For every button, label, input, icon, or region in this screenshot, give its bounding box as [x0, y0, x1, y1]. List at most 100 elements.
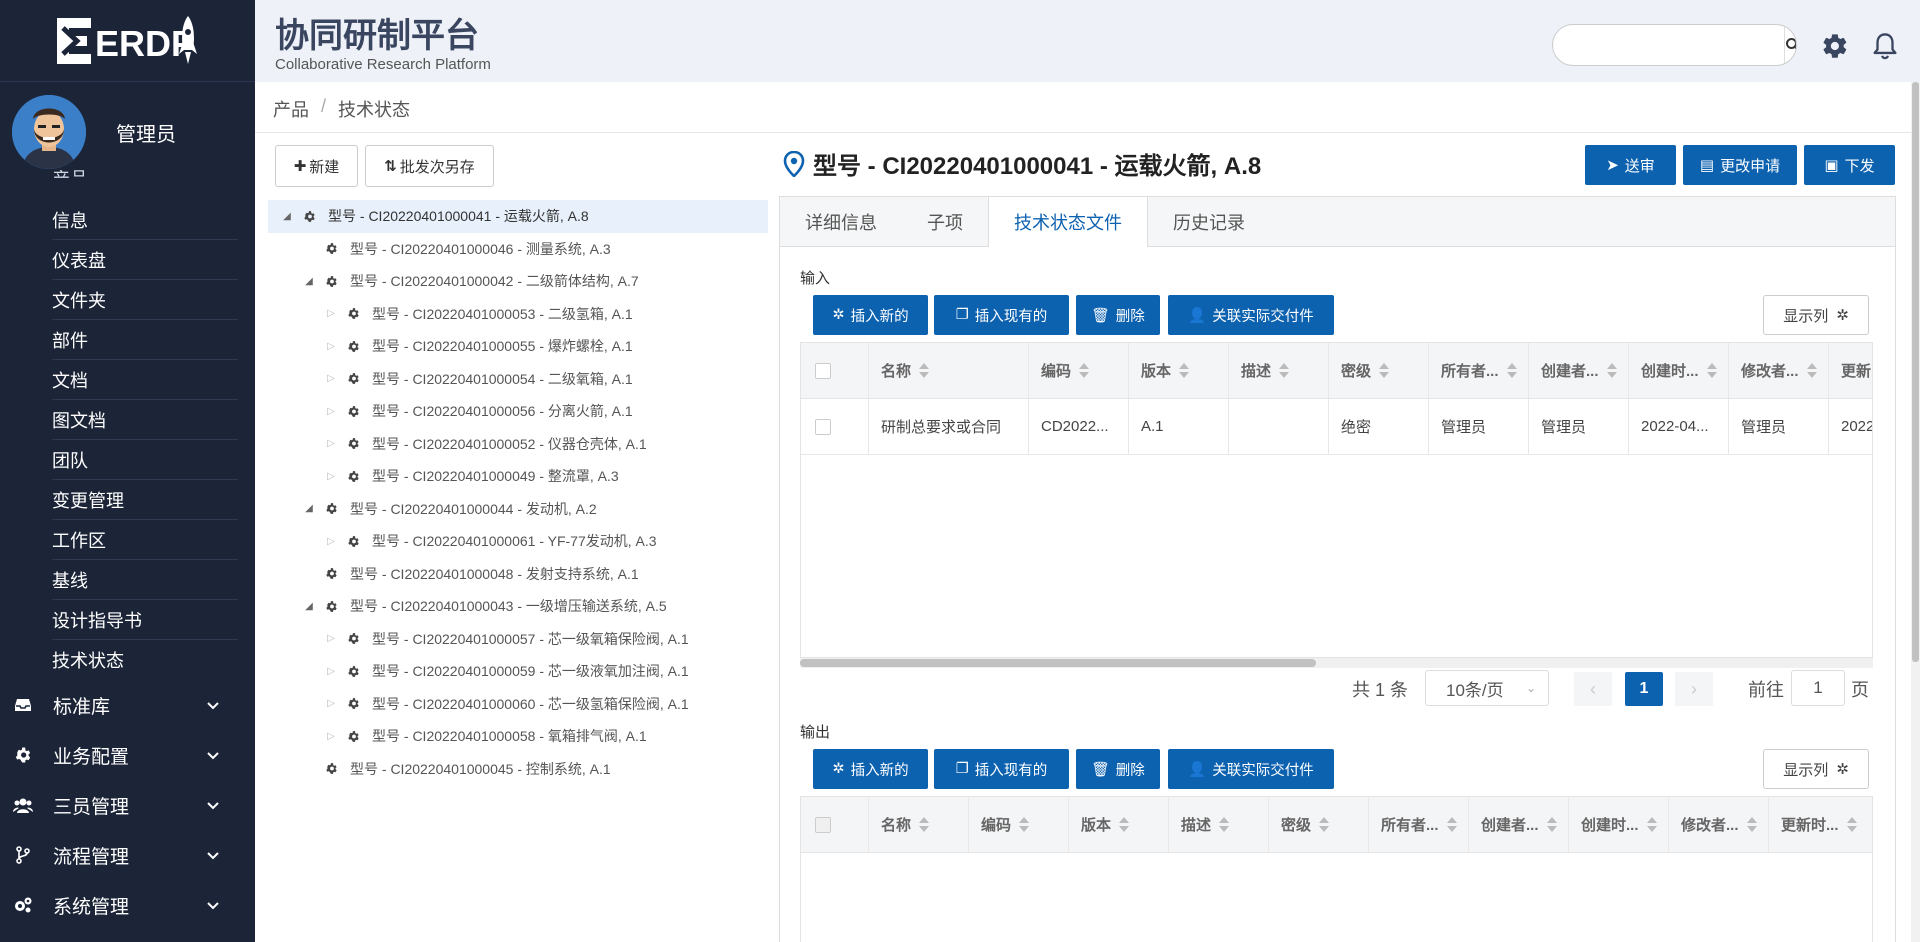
caret-right-icon[interactable]: ▷ [324, 698, 338, 709]
sidebar-menu-3[interactable]: 流程管理 [0, 830, 255, 880]
output-show-columns-button[interactable]: 显示列 ✲ [1763, 749, 1869, 789]
caret-right-icon[interactable]: ▷ [324, 666, 338, 677]
sort-icon[interactable] [1379, 363, 1390, 378]
column-header[interactable]: 更新 [1829, 343, 1872, 398]
sidebar-item[interactable]: 信息 [52, 200, 238, 240]
tab-2[interactable]: 技术状态文件 [988, 197, 1148, 247]
caret-down-icon[interactable]: ◢ [302, 601, 316, 612]
tree-node[interactable]: 型号 - CI20220401000045 - 控制系统, A.1 [268, 753, 768, 786]
next-page-button[interactable]: › [1675, 672, 1713, 706]
settings-button[interactable] [1819, 30, 1851, 62]
caret-right-icon[interactable]: ▷ [324, 373, 338, 384]
column-header[interactable]: 修改者... [1729, 343, 1829, 398]
column-header[interactable]: 编码 [1029, 343, 1129, 398]
sort-icon[interactable] [1546, 817, 1557, 832]
input-delete-button[interactable]: 🗑 删除 [1076, 295, 1160, 335]
column-header[interactable]: 修改者... [1669, 797, 1769, 852]
sort-icon[interactable] [1646, 817, 1657, 832]
sort-icon[interactable] [1606, 363, 1617, 378]
tree-node[interactable]: ▷ 型号 - CI20220401000057 - 芯一级氧箱保险阀, A.1 [268, 623, 768, 656]
sort-icon[interactable] [1446, 817, 1457, 832]
new-button[interactable]: ✚ 新建 [275, 145, 358, 187]
sidebar-item[interactable]: 图文档 [52, 400, 238, 440]
scrollbar-thumb[interactable] [800, 659, 1316, 667]
goto-page-input[interactable] [1791, 670, 1845, 706]
column-header[interactable]: 密级 [1269, 797, 1369, 852]
select-all-checkbox[interactable] [815, 362, 831, 379]
user-panel[interactable]: 管理员 [0, 82, 255, 182]
column-header[interactable]: 创建者... [1529, 343, 1629, 398]
column-header[interactable]: 版本 [1129, 343, 1229, 398]
current-page-button[interactable]: 1 [1625, 672, 1663, 706]
submit-review-button[interactable]: ➤ 送审 [1585, 145, 1676, 185]
sidebar-item[interactable]: 文件夹 [52, 280, 238, 320]
sidebar-item[interactable]: 设计指导书 [52, 600, 238, 640]
sidebar-item[interactable]: 仪表盘 [52, 240, 238, 280]
tree-node[interactable]: ▷ 型号 - CI20220401000052 - 仪器仓壳体, A.1 [268, 428, 768, 461]
select-all-checkbox[interactable] [815, 816, 831, 833]
caret-right-icon[interactable]: ▷ [324, 406, 338, 417]
tree-node[interactable]: ▷ 型号 - CI20220401000054 - 二级氧箱, A.1 [268, 363, 768, 396]
sidebar-item[interactable]: 文档 [52, 360, 238, 400]
sort-icon[interactable] [1219, 817, 1230, 832]
column-header[interactable]: 名称 [869, 343, 1029, 398]
sort-icon[interactable] [919, 363, 930, 378]
sort-icon[interactable] [1179, 363, 1190, 378]
tab-3[interactable]: 历史记录 [1148, 197, 1270, 246]
sort-icon[interactable] [1806, 363, 1817, 378]
column-header[interactable]: 名称 [869, 797, 969, 852]
tree-node[interactable]: ◢ 型号 - CI20220401000044 - 发动机, A.2 [268, 493, 768, 526]
tree-node[interactable]: ▷ 型号 - CI20220401000058 - 氧箱排气阀, A.1 [268, 720, 768, 753]
notifications-button[interactable] [1869, 30, 1901, 62]
row-checkbox[interactable] [815, 418, 831, 435]
table-row[interactable]: 研制总要求或合同 CD2022... A.1 绝密 管理员 管理员 2022-04... 管理… [801, 399, 1872, 455]
column-header[interactable]: 描述 [1229, 343, 1329, 398]
column-header[interactable]: 创建者... [1469, 797, 1569, 852]
tree-node[interactable]: 型号 - CI20220401000046 - 测量系统, A.3 [268, 233, 768, 266]
column-header[interactable]: 创建时... [1629, 343, 1729, 398]
column-header[interactable]: 更新时... [1769, 797, 1872, 852]
sort-icon[interactable] [1019, 817, 1030, 832]
tree-node[interactable]: ▷ 型号 - CI20220401000049 - 整流罩, A.3 [268, 460, 768, 493]
sort-icon[interactable] [1079, 363, 1090, 378]
tree-node[interactable]: ▷ 型号 - CI20220401000059 - 芯一级液氧加注阀, A.1 [268, 655, 768, 688]
sort-icon[interactable] [1279, 363, 1290, 378]
sort-icon[interactable] [1506, 363, 1517, 378]
column-header[interactable]: 所有者... [1369, 797, 1469, 852]
sidebar-item[interactable]: 技术状态 [52, 640, 238, 680]
input-show-columns-button[interactable]: 显示列 ✲ [1763, 295, 1869, 335]
prev-page-button[interactable]: ‹ [1574, 672, 1612, 706]
tree-node[interactable]: ▷ 型号 - CI20220401000061 - YF-77发动机, A.3 [268, 525, 768, 558]
sidebar-menu-1[interactable]: 业务配置 [0, 730, 255, 780]
sidebar-item[interactable]: 变更管理 [52, 480, 238, 520]
tab-1[interactable]: 子项 [902, 197, 988, 246]
page-scrollbar[interactable] [1911, 82, 1920, 942]
output-delete-button[interactable]: 🗑 删除 [1076, 749, 1160, 789]
column-header[interactable]: 所有者... [1429, 343, 1529, 398]
caret-right-icon[interactable]: ▷ [324, 633, 338, 644]
breadcrumb-item[interactable]: 产品 [273, 96, 309, 122]
caret-right-icon[interactable]: ▷ [324, 536, 338, 547]
input-insert-new-button[interactable]: ✲ 插入新的 [813, 295, 928, 335]
caret-right-icon[interactable]: ▷ [324, 731, 338, 742]
caret-down-icon[interactable]: ◢ [302, 503, 316, 514]
sidebar-item[interactable]: 团队 [52, 440, 238, 480]
change-request-button[interactable]: ▤ 更改申请 [1683, 145, 1797, 185]
sidebar-item[interactable]: 基线 [52, 560, 238, 600]
column-header[interactable]: 密级 [1329, 343, 1429, 398]
output-insert-existing-button[interactable]: ❐ 插入现有的 [934, 749, 1069, 789]
sort-icon[interactable] [1746, 817, 1757, 832]
sort-icon[interactable] [1846, 817, 1857, 832]
tab-0[interactable]: 详细信息 [780, 197, 902, 246]
issue-button[interactable]: ▣ 下发 [1804, 145, 1895, 185]
page-size-select[interactable]: 10条/页 ⌄ [1425, 670, 1549, 706]
tree-node[interactable]: ◢ 型号 - CI20220401000042 - 二级箭体结构, A.7 [268, 265, 768, 298]
tree-node[interactable]: ▷ 型号 - CI20220401000060 - 芯一级氢箱保险阀, A.1 [268, 688, 768, 721]
tree-node[interactable]: ▷ 型号 - CI20220401000056 - 分离火箭, A.1 [268, 395, 768, 428]
caret-down-icon[interactable]: ◢ [280, 211, 294, 222]
sidebar-menu-4[interactable]: 系统管理 [0, 880, 255, 930]
output-insert-new-button[interactable]: ✲ 插入新的 [813, 749, 928, 789]
scrollbar-thumb[interactable] [1912, 82, 1919, 662]
sidebar-item[interactable]: 部件 [52, 320, 238, 360]
sort-icon[interactable] [1319, 817, 1330, 832]
